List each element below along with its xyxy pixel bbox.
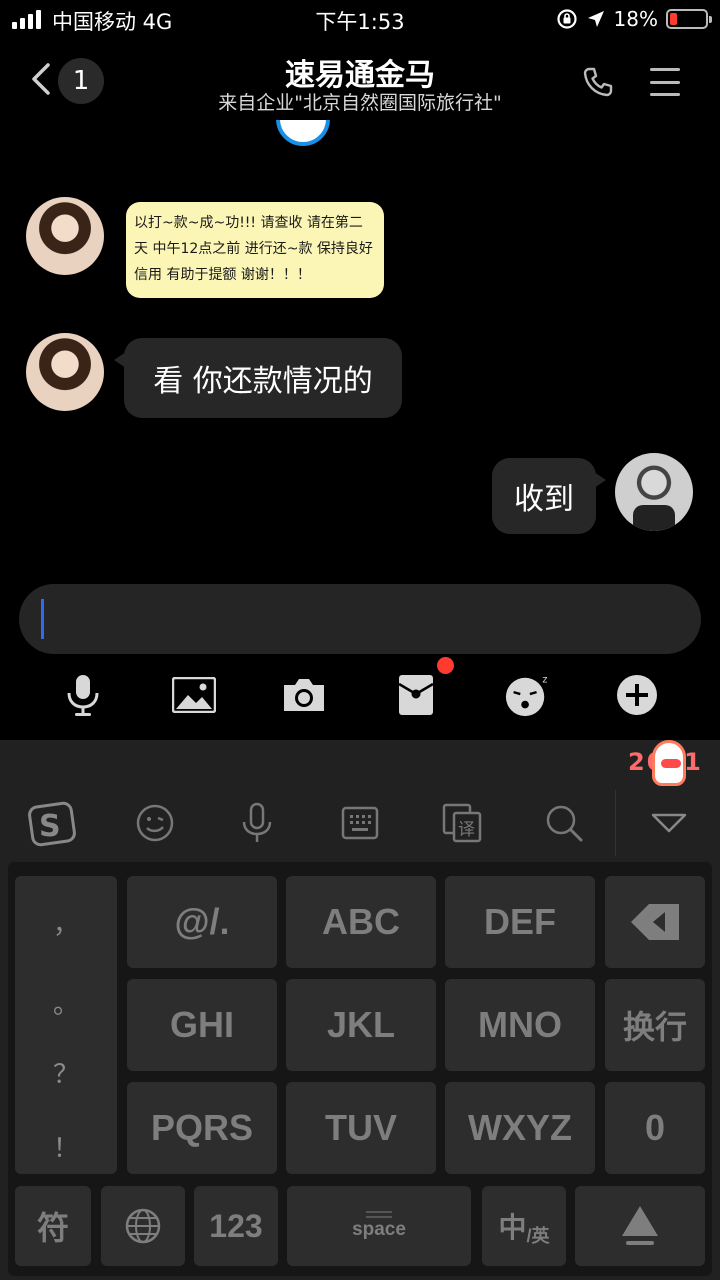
message-text: 收到 — [514, 482, 574, 517]
search-icon[interactable] — [543, 802, 585, 844]
lang-sub: /英 — [526, 1226, 550, 1246]
key-1[interactable]: @/. — [127, 876, 277, 968]
punct-comma[interactable]: ， — [15, 904, 117, 941]
symbol-key[interactable]: 符 — [15, 1186, 91, 1266]
key-tuv[interactable]: TUV — [286, 1082, 436, 1174]
punct-period[interactable]: 。 — [15, 984, 117, 1021]
rotation-lock-icon — [556, 9, 577, 29]
globe-key[interactable] — [101, 1186, 185, 1266]
battery-icon — [666, 9, 712, 29]
language-key[interactable]: 中 /英 — [482, 1186, 566, 1266]
red-packet-icon[interactable] — [393, 672, 439, 718]
backspace-key[interactable] — [605, 876, 705, 968]
message-bubble-incoming[interactable]: 看 你还款情况的 — [114, 338, 402, 418]
punct-exclaim[interactable]: ！ — [15, 1128, 117, 1165]
key-def[interactable]: DEF — [445, 876, 595, 968]
key-pqrs[interactable]: PQRS — [127, 1082, 277, 1174]
globe-icon — [125, 1208, 161, 1244]
sogou-logo-icon[interactable]: S — [28, 800, 76, 848]
send-key[interactable] — [575, 1186, 705, 1266]
text-cursor — [41, 599, 44, 639]
avatar[interactable] — [26, 333, 104, 411]
menu-icon[interactable] — [650, 68, 680, 96]
backspace-icon — [631, 904, 679, 940]
plus-icon[interactable] — [614, 672, 660, 718]
space-label: space — [352, 1219, 406, 1240]
chevron-down-icon[interactable] — [648, 802, 690, 844]
image-icon[interactable] — [171, 672, 217, 718]
notification-dot — [437, 657, 454, 674]
location-icon — [587, 11, 604, 27]
translate-icon[interactable]: 译 — [441, 802, 483, 844]
svg-text:z: z — [542, 675, 547, 686]
punctuation-column[interactable]: ， 。 ？ ！ — [15, 876, 117, 1174]
divider — [615, 790, 616, 856]
message-bubble-outgoing[interactable]: 收到 — [492, 458, 606, 534]
mascot-icon[interactable] — [652, 740, 686, 786]
keyboard-switch-icon[interactable] — [339, 802, 381, 844]
space-icon — [366, 1211, 392, 1218]
svg-text:译: 译 — [458, 820, 475, 840]
message-text: 看 你还款情况的 — [153, 364, 373, 399]
key-zero[interactable]: 0 — [605, 1082, 705, 1174]
emoji-icon[interactable] — [134, 802, 176, 844]
key-wxyz[interactable]: WXYZ — [445, 1082, 595, 1174]
svg-text:S: S — [39, 809, 61, 844]
microphone-icon[interactable] — [60, 672, 106, 718]
message-sticker[interactable]: 以打~款~成~功!!! 请查收 请在第二天 中午12点之前 进行还~款 保持良好… — [126, 202, 384, 298]
phone-icon[interactable] — [582, 66, 614, 98]
key-mno[interactable]: MNO — [445, 979, 595, 1071]
chat-header: 1 速易通金马 来自企业"北京自然圈国际旅行社" — [0, 48, 720, 118]
status-bar: 中国移动 4G 下午1:53 18% — [0, 0, 720, 40]
punct-question[interactable]: ？ — [15, 1054, 117, 1091]
emoji-icon[interactable]: z — [504, 672, 550, 718]
key-jkl[interactable]: JKL — [286, 979, 436, 1071]
key-abc[interactable]: ABC — [286, 876, 436, 968]
key-ghi[interactable]: GHI — [127, 979, 277, 1071]
send-arrow-icon — [622, 1206, 658, 1245]
message-input[interactable] — [19, 584, 701, 654]
battery-percent: 18% — [613, 7, 658, 31]
lang-main: 中 — [498, 1212, 527, 1243]
space-key[interactable]: space — [287, 1186, 471, 1266]
voice-input-icon[interactable] — [236, 802, 278, 844]
camera-icon[interactable] — [281, 672, 327, 718]
avatar[interactable] — [615, 453, 693, 531]
number-key[interactable]: 123 — [194, 1186, 278, 1266]
avatar[interactable] — [26, 197, 104, 275]
newline-key[interactable]: 换行 — [605, 979, 705, 1071]
